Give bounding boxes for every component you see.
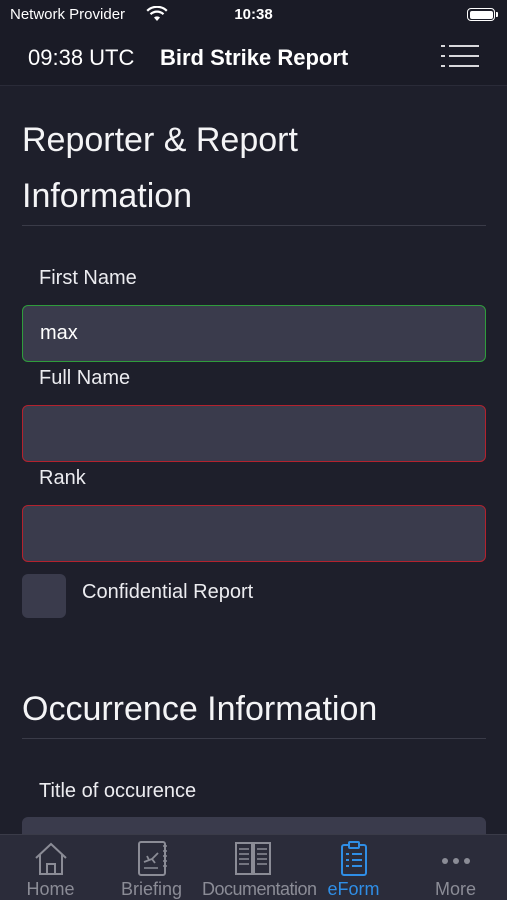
home-icon xyxy=(34,842,67,875)
confidential-checkbox[interactable] xyxy=(22,574,66,618)
form-content[interactable]: Reporter & Report Information First Name… xyxy=(0,87,507,834)
battery-icon xyxy=(467,8,498,21)
title-of-occurrence-field[interactable] xyxy=(22,817,486,834)
tab-eform-label: eForm xyxy=(327,879,380,899)
rank-field[interactable] xyxy=(22,505,486,562)
status-bar: Network Provider 10:38 xyxy=(0,0,507,30)
briefing-icon xyxy=(137,841,167,876)
more-icon xyxy=(441,858,470,864)
tab-more-label: More xyxy=(434,879,476,899)
tab-home[interactable]: Home xyxy=(0,835,101,900)
tab-briefing[interactable]: Briefing xyxy=(101,835,202,900)
full-name-label: Full Name xyxy=(39,367,131,389)
section-title-reporter-line2: Information xyxy=(22,177,193,215)
full-name-field[interactable] xyxy=(22,405,486,462)
section-divider xyxy=(22,738,486,739)
nav-bar: 09:38 UTC Bird Strike Report xyxy=(0,30,507,86)
book-icon xyxy=(234,842,271,875)
title-of-occurrence-label: Title of occurence xyxy=(39,780,197,802)
tab-documentation-label: Documentation xyxy=(202,879,317,899)
tab-bar: Home Briefing Documentation eForm More xyxy=(0,834,507,900)
section-divider xyxy=(22,225,486,226)
utc-time: 09:38 UTC xyxy=(28,45,135,70)
first-name-field[interactable]: max xyxy=(22,305,486,362)
tab-documentation[interactable]: Documentation xyxy=(202,835,317,900)
clipboard-icon xyxy=(340,841,367,876)
rank-label: Rank xyxy=(39,467,86,489)
tab-eform[interactable]: eForm xyxy=(303,835,404,900)
tab-briefing-label: Briefing xyxy=(120,879,183,899)
menu-icon[interactable] xyxy=(441,43,479,71)
confidential-label: Confidential Report xyxy=(82,581,254,603)
page-title: Bird Strike Report xyxy=(160,45,349,70)
section-title-reporter: Reporter & Report xyxy=(22,121,298,159)
tab-more[interactable]: More xyxy=(405,835,506,900)
clock: 10:38 xyxy=(234,6,273,23)
first-name-label: First Name xyxy=(39,267,137,289)
section-title-occurrence: Occurrence Information xyxy=(22,690,378,728)
tab-home-label: Home xyxy=(26,879,75,899)
